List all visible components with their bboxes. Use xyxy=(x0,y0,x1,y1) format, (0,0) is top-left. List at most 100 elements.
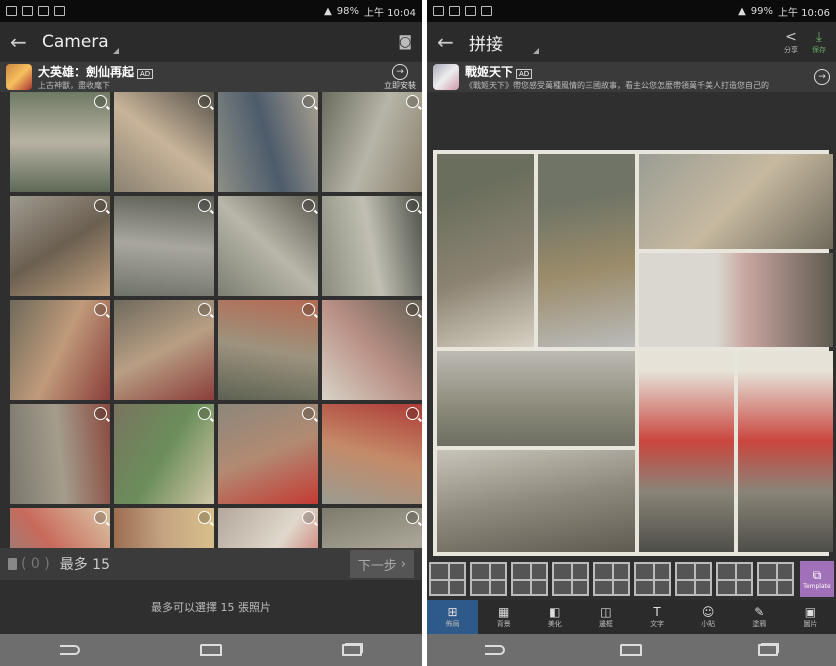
zoom-icon[interactable] xyxy=(94,303,107,316)
collage-cell[interactable] xyxy=(437,154,534,347)
install-button[interactable]: → 立即安裝 xyxy=(384,63,416,91)
zoom-icon[interactable] xyxy=(302,95,315,108)
layout-option[interactable] xyxy=(675,562,712,596)
tool-button[interactable]: ⊞ 佈局 xyxy=(427,600,479,634)
collage-editor-screen: ▲ 99% 上午 10:06 ← 拼接 < 分享 ⤓ 保存 戰姬天下 AD 《戰姬… xyxy=(427,0,836,666)
tool-icon: T xyxy=(653,605,661,619)
tool-button[interactable]: ✎ 塗鴉 xyxy=(734,600,785,634)
tool-button[interactable]: ◧ 美化 xyxy=(529,600,580,634)
template-button[interactable]: ⧉ Template xyxy=(800,561,834,597)
battery-level: 98% xyxy=(336,5,359,17)
layout-option[interactable] xyxy=(757,562,794,596)
layout-option[interactable] xyxy=(511,562,548,596)
ad-banner[interactable]: 戰姬天下 AD 《戰姬天下》帶您感受萬種風情的三國故事，看主公您怎麼帶領萬千美人打… xyxy=(427,62,836,92)
zoom-icon[interactable] xyxy=(94,407,107,420)
collage-cell[interactable] xyxy=(639,351,734,552)
next-button[interactable]: 下一步 › xyxy=(349,550,414,578)
zoom-icon[interactable] xyxy=(198,303,211,316)
zoom-icon[interactable] xyxy=(406,303,419,316)
layout-option[interactable] xyxy=(634,562,671,596)
tool-button[interactable]: ☺ 小貼 xyxy=(683,600,734,634)
status-right: ▲ 99% 上午 10:06 xyxy=(738,4,830,19)
collage-cell[interactable] xyxy=(639,253,833,347)
zoom-icon[interactable] xyxy=(94,95,107,108)
zoom-icon[interactable] xyxy=(94,199,107,212)
share-button[interactable]: < 分享 xyxy=(784,29,798,55)
zoom-icon[interactable] xyxy=(302,303,315,316)
zoom-icon[interactable] xyxy=(406,199,419,212)
selection-bar: ( 0 ) 最多 15 下一步 › xyxy=(0,548,422,580)
photo-thumbnail[interactable] xyxy=(10,508,110,548)
zoom-icon[interactable] xyxy=(94,511,107,524)
nav-home-icon[interactable] xyxy=(200,644,222,656)
dropdown-caret-icon[interactable] xyxy=(112,48,119,54)
photo-thumbnail[interactable] xyxy=(114,196,214,296)
tool-icon: ✎ xyxy=(754,605,765,619)
photo-thumbnail[interactable] xyxy=(218,92,318,192)
zoom-icon[interactable] xyxy=(406,95,419,108)
layout-option[interactable] xyxy=(716,562,753,596)
photo-thumbnail[interactable] xyxy=(322,300,422,400)
tool-button[interactable]: T 文字 xyxy=(632,600,683,634)
trash-icon[interactable] xyxy=(8,558,17,570)
signal-icon: ▲ xyxy=(738,5,746,17)
collage-cell[interactable] xyxy=(639,154,833,249)
photo-thumbnail[interactable] xyxy=(218,300,318,400)
layout-option[interactable] xyxy=(593,562,630,596)
collage-cell[interactable] xyxy=(437,450,635,552)
photo-thumbnail[interactable] xyxy=(322,508,422,548)
photo-thumbnail[interactable] xyxy=(10,300,110,400)
zoom-icon[interactable] xyxy=(198,95,211,108)
zoom-icon[interactable] xyxy=(406,407,419,420)
nav-back-icon[interactable] xyxy=(60,645,80,655)
photo-thumbnail[interactable] xyxy=(322,196,422,296)
photo-thumbnail[interactable] xyxy=(10,92,110,192)
zoom-icon[interactable] xyxy=(198,407,211,420)
photo-thumbnail[interactable] xyxy=(114,300,214,400)
collage-canvas[interactable] xyxy=(433,150,833,556)
ad-title: 大英雄：劍仙再起 xyxy=(38,65,135,79)
appbar-actions: < 分享 ⤓ 保存 xyxy=(784,29,826,55)
layout-option[interactable] xyxy=(552,562,589,596)
photo-thumbnail[interactable] xyxy=(322,404,422,504)
layout-option[interactable] xyxy=(470,562,507,596)
zoom-icon[interactable] xyxy=(198,199,211,212)
zoom-icon[interactable] xyxy=(302,407,315,420)
tool-icon: ◧ xyxy=(549,605,561,619)
camera-icon[interactable]: ◙ xyxy=(398,34,412,50)
collage-cell[interactable] xyxy=(738,351,833,552)
save-button[interactable]: ⤓ 保存 xyxy=(812,29,826,55)
zoom-icon[interactable] xyxy=(302,511,315,524)
photo-thumbnail[interactable] xyxy=(114,92,214,192)
arrow-right-icon: → xyxy=(392,63,408,80)
album-title[interactable]: Camera xyxy=(42,32,109,52)
photo-thumbnail[interactable] xyxy=(218,196,318,296)
layout-option[interactable] xyxy=(429,562,466,596)
dropdown-caret-icon[interactable] xyxy=(533,48,539,54)
photo-thumbnail[interactable] xyxy=(322,92,422,192)
photo-thumbnail[interactable] xyxy=(218,508,318,548)
zoom-icon[interactable] xyxy=(198,511,211,524)
nav-back-icon[interactable] xyxy=(484,645,505,655)
tool-label: 塗鴉 xyxy=(752,620,767,628)
photo-thumbnail[interactable] xyxy=(114,404,214,504)
photo-thumbnail[interactable] xyxy=(10,196,110,296)
zoom-icon[interactable] xyxy=(406,511,419,524)
selected-count: ( 0 ) xyxy=(21,556,50,572)
collage-cell[interactable] xyxy=(538,154,635,347)
photo-thumbnail[interactable] xyxy=(114,508,214,548)
tool-button[interactable]: ▣ 圖片 xyxy=(785,600,836,634)
photo-thumbnail[interactable] xyxy=(10,404,110,504)
ad-open-button[interactable]: → xyxy=(814,69,830,85)
nav-recents-icon[interactable] xyxy=(342,644,362,656)
nav-home-icon[interactable] xyxy=(620,644,643,656)
back-arrow-icon[interactable]: ← xyxy=(10,30,36,54)
tool-button[interactable]: ▦ 背景 xyxy=(478,600,529,634)
tool-button[interactable]: ◫ 邊框 xyxy=(580,600,631,634)
zoom-icon[interactable] xyxy=(302,199,315,212)
photo-thumbnail[interactable] xyxy=(218,404,318,504)
back-arrow-icon[interactable]: ← xyxy=(437,30,463,54)
nav-recents-icon[interactable] xyxy=(758,644,779,656)
collage-cell[interactable] xyxy=(437,351,635,446)
ad-banner[interactable]: 大英雄：劍仙再起 AD 上古神獸，盡收麾下 → 立即安裝 xyxy=(0,62,422,92)
